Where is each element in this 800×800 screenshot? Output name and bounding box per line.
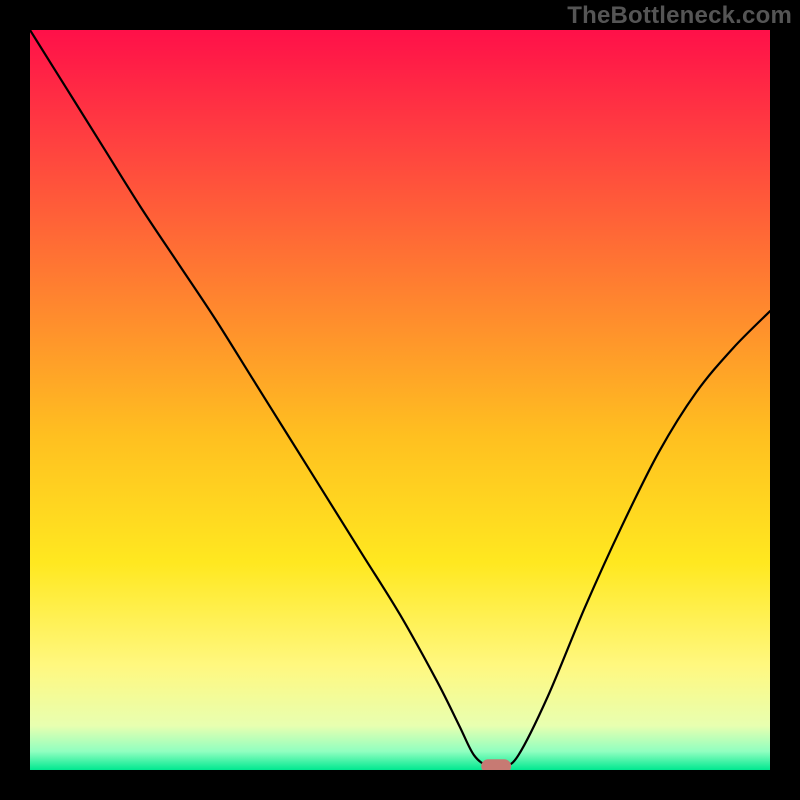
highlight-marker [481,759,511,770]
gradient-background [30,30,770,770]
plot-area [30,30,770,770]
chart-container: TheBottleneck.com [0,0,800,800]
watermark-text: TheBottleneck.com [567,2,792,30]
chart-svg [30,30,770,770]
